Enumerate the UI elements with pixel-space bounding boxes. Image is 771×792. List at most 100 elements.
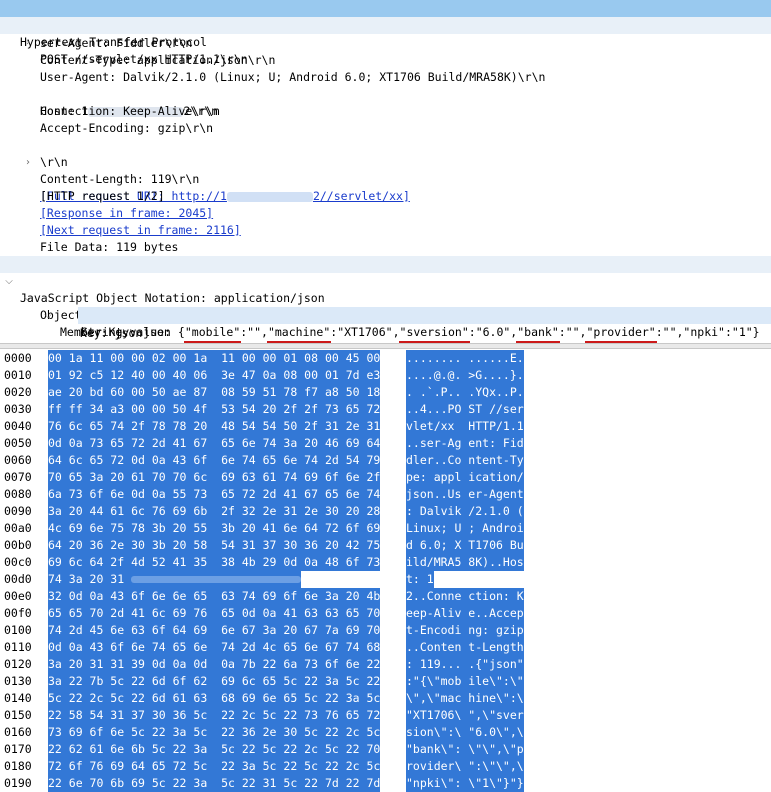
key-bank: "bank" (517, 325, 559, 339)
hex-bytes[interactable]: 5c 22 2c 5c 22 6d 61 63 68 69 6e 65 5c 2… (48, 690, 381, 707)
hex-bytes[interactable]: 22 6e 70 6b 69 5c 22 3a 5c 22 31 5c 22 7… (48, 775, 381, 792)
value-part: :"6.0", (468, 325, 518, 339)
chevron-right-icon[interactable]: › (22, 34, 34, 51)
hex-offset: 0070 (4, 470, 32, 484)
content-length-label: Content-Length: 119\r\n (40, 172, 200, 186)
json-row[interactable]: ⌵ JavaScript Object Notation: applicatio… (0, 256, 771, 305)
hex-ascii[interactable]: : Dalvik /2.1.0 ( (406, 503, 524, 520)
hex-offset: 0090 (4, 504, 32, 518)
hex-bytes[interactable]: 65 65 70 2d 41 6c 69 76 65 0d 0a 41 63 6… (48, 605, 381, 622)
hex-ascii[interactable]: sion\":\ "6.0\",\ (406, 724, 524, 741)
hex-bytes[interactable]: 0d 0a 73 65 72 2d 41 67 65 6e 74 3a 20 4… (48, 435, 381, 452)
hex-ascii[interactable]: ....@.@. >G....}. (406, 367, 524, 384)
key-provider: "provider" (586, 325, 656, 339)
hex-ascii[interactable]: Linux; U ; Androi (406, 520, 524, 537)
hex-bytes[interactable]: 0d 0a 43 6f 6e 74 65 6e 74 2d 4c 65 6e 6… (48, 639, 381, 656)
hex-ascii[interactable]: ..Conten t-Length (406, 639, 524, 656)
hex-ascii[interactable]: json..Us er-Agent (406, 486, 524, 503)
hex-bytes[interactable]: 32 0d 0a 43 6f 6e 6e 65 63 74 69 6f 6e 3… (48, 588, 381, 605)
hex-offset: 0130 (4, 674, 32, 688)
hex-bytes[interactable]: 22 62 61 6e 6b 5c 22 3a 5c 22 5c 22 2c 5… (48, 741, 381, 758)
uri-redaction (226, 191, 313, 202)
hex-ascii[interactable]: ..ser-Ag ent: Fid (406, 435, 524, 452)
chevron-down-icon[interactable]: ⌵ (42, 307, 54, 324)
hex-bytes[interactable]: ae 20 bd 60 00 50 ae 87 08 59 51 78 f7 a… (48, 384, 381, 401)
hex-offset: 00a0 (4, 521, 32, 535)
packet-details-pane: ⌵ Hypertext Transfer Protocol › POST //s… (0, 0, 771, 343)
hex-ascii[interactable]: dler..Co ntent-Ty (406, 452, 524, 469)
accept-encoding-label: Accept-Encoding: gzip\r\n (40, 121, 214, 135)
hex-bytes[interactable]: 6a 73 6f 6e 0d 0a 55 73 65 72 2d 41 67 6… (48, 486, 381, 503)
hex-bytes[interactable]: 64 6c 65 72 0d 0a 43 6f 6e 74 65 6e 74 2… (48, 452, 381, 469)
hex-ascii[interactable]: pe: appl ication/ (406, 469, 524, 486)
hex-bytes[interactable]: 64 20 36 2e 30 3b 20 58 54 31 37 30 36 2… (48, 537, 381, 554)
hex-ascii[interactable]: "bank\": \"\",\"p (406, 741, 524, 758)
ser-agent-label: ser-Agent: Fiddler\r\n (40, 36, 193, 50)
hex-ascii[interactable]: ........ ......E. (406, 350, 524, 367)
hex-bytes[interactable]: 3a 22 7b 5c 22 6d 6f 62 69 6c 65 5c 22 3… (48, 673, 381, 690)
file-data-label: File Data: 119 bytes (40, 240, 179, 254)
hex-offset: 0060 (4, 453, 32, 467)
hex-bytes[interactable]: 72 6f 76 69 64 65 72 5c 22 3a 5c 22 5c 2… (48, 758, 381, 775)
chevron-right-icon[interactable]: › (22, 154, 34, 171)
hex-bytes[interactable]: 00 1a 11 00 00 02 00 1a 11 00 00 01 08 0… (48, 350, 381, 367)
response-in-frame-link[interactable]: [Response in frame: 2045] (40, 205, 213, 222)
object-row[interactable]: ⌵ Object (0, 273, 81, 322)
hex-ascii[interactable]: "XT1706\ ",\"sver (406, 707, 524, 724)
hex-ascii[interactable]: : 119... .{"json" (406, 656, 524, 673)
hex-bytes[interactable]: 70 65 3a 20 61 70 70 6c 69 63 61 74 69 6… (48, 469, 381, 486)
hex-bytes[interactable]: 3a 20 31 31 39 0d 0a 0d 0a 7b 22 6a 73 6… (48, 656, 381, 673)
hex-ascii[interactable]: ild/MRA5 8K)..Hos (406, 554, 524, 571)
host-row[interactable]: Host: 1 2\r\n (0, 86, 218, 118)
hex-bytes[interactable]: ff ff 34 a3 00 00 50 4f 53 54 20 2f 2f 7… (48, 401, 381, 418)
hex-bytes[interactable]: 74 2d 45 6e 63 6f 64 69 6e 67 3a 20 67 7… (48, 622, 381, 639)
hex-offset: 0160 (4, 725, 32, 739)
hex-bytes[interactable]: 74 3a 20 31 (48, 571, 302, 588)
hex-bytes[interactable]: 3a 20 44 61 6c 76 69 6b 2f 32 2e 31 2e 3… (48, 503, 381, 520)
http-protocol-row[interactable]: ⌵ Hypertext Transfer Protocol (0, 0, 771, 49)
user-agent-label: User-Agent: Dalvik/2.1.0 (Linux; U; Andr… (40, 70, 546, 84)
value-part: :"", (240, 325, 268, 339)
key-label: Key: json (80, 326, 143, 340)
member-key-row[interactable]: ⌵ Member Key: json (0, 290, 171, 339)
hex-offset: 00c0 (4, 555, 32, 569)
hex-ascii[interactable]: 2..Conne ction: K (406, 588, 524, 605)
string-value-row[interactable]: String value: {"mobile":"","machine":"XT… (78, 307, 771, 339)
hex-ascii[interactable]: t: 1 (406, 571, 434, 588)
hex-offset: 0040 (4, 419, 32, 433)
hex-ascii[interactable]: \",\"mac hine\":\ (406, 690, 524, 707)
full-uri-row[interactable]: [Full request URI: http://1 2//servlet/xx… (0, 171, 410, 203)
pane-splitter[interactable] (0, 343, 771, 349)
hex-bytes[interactable]: 69 6c 64 2f 4d 52 41 35 38 4b 29 0d 0a 4… (48, 554, 381, 571)
next-request-link[interactable]: [Next request in frame: 2116] (40, 222, 241, 239)
hex-bytes[interactable]: 76 6c 65 74 2f 78 78 20 48 54 54 50 2f 3… (48, 418, 381, 435)
post-line-row[interactable]: › POST //servlet/xx HTTP/1.1\r\n (0, 17, 771, 66)
hex-ascii[interactable]: vlet/xx HTTP/1.1 (406, 418, 524, 435)
hex-offset: 0030 (4, 402, 32, 416)
hex-offset: 0100 (4, 623, 32, 637)
value-part: :"","npki":"1"} (655, 325, 760, 339)
hex-ascii[interactable]: d 6.0; X T1706 Bu (406, 537, 524, 554)
hex-redaction (131, 576, 302, 583)
packet-bytes-pane: 0000 00 1a 11 00 00 02 00 1a 11 00 00 01 … (0, 350, 771, 792)
hex-bytes[interactable]: 22 58 54 31 37 30 36 5c 22 2c 5c 22 73 7… (48, 707, 381, 724)
hex-bytes[interactable]: 73 69 6f 6e 5c 22 3a 5c 22 36 2e 30 5c 2… (48, 724, 381, 741)
hex-ascii[interactable]: rovider\ ":\"\",\ (406, 758, 524, 775)
hex-ascii[interactable]: ..4...PO ST //ser (406, 401, 524, 418)
hex-ascii[interactable]: :"{\"mob ile\":\" (406, 673, 524, 690)
content-type-label: Content-Type: application/json\r\n (40, 53, 276, 67)
hex-bytes[interactable]: 4c 69 6e 75 78 3b 20 55 3b 20 41 6e 64 7… (48, 520, 381, 537)
hex-ascii[interactable]: . .`.P.. .YQx..P. (406, 384, 524, 401)
http-request-label: [HTTP request 1/2] (40, 189, 165, 203)
hex-offset: 00e0 (4, 589, 32, 603)
hex-ascii[interactable]: "npki\": \"1\"}"} (406, 775, 524, 792)
hex-bytes[interactable]: 01 92 c5 12 40 00 40 06 3e 47 0a 08 00 0… (48, 367, 381, 384)
hex-ascii[interactable]: t-Encodi ng: gzip (406, 622, 524, 639)
value-part: :"XT1706", (330, 325, 400, 339)
hex-offset: 0110 (4, 640, 32, 654)
hex-ascii[interactable]: eep-Aliv e..Accep (406, 605, 524, 622)
hex-offset: 0180 (4, 759, 32, 773)
key-mobile: "mobile" (184, 325, 241, 339)
value-part: :"", (558, 325, 587, 339)
content-length-row[interactable]: › Content-Length: 119\r\n (0, 137, 199, 186)
